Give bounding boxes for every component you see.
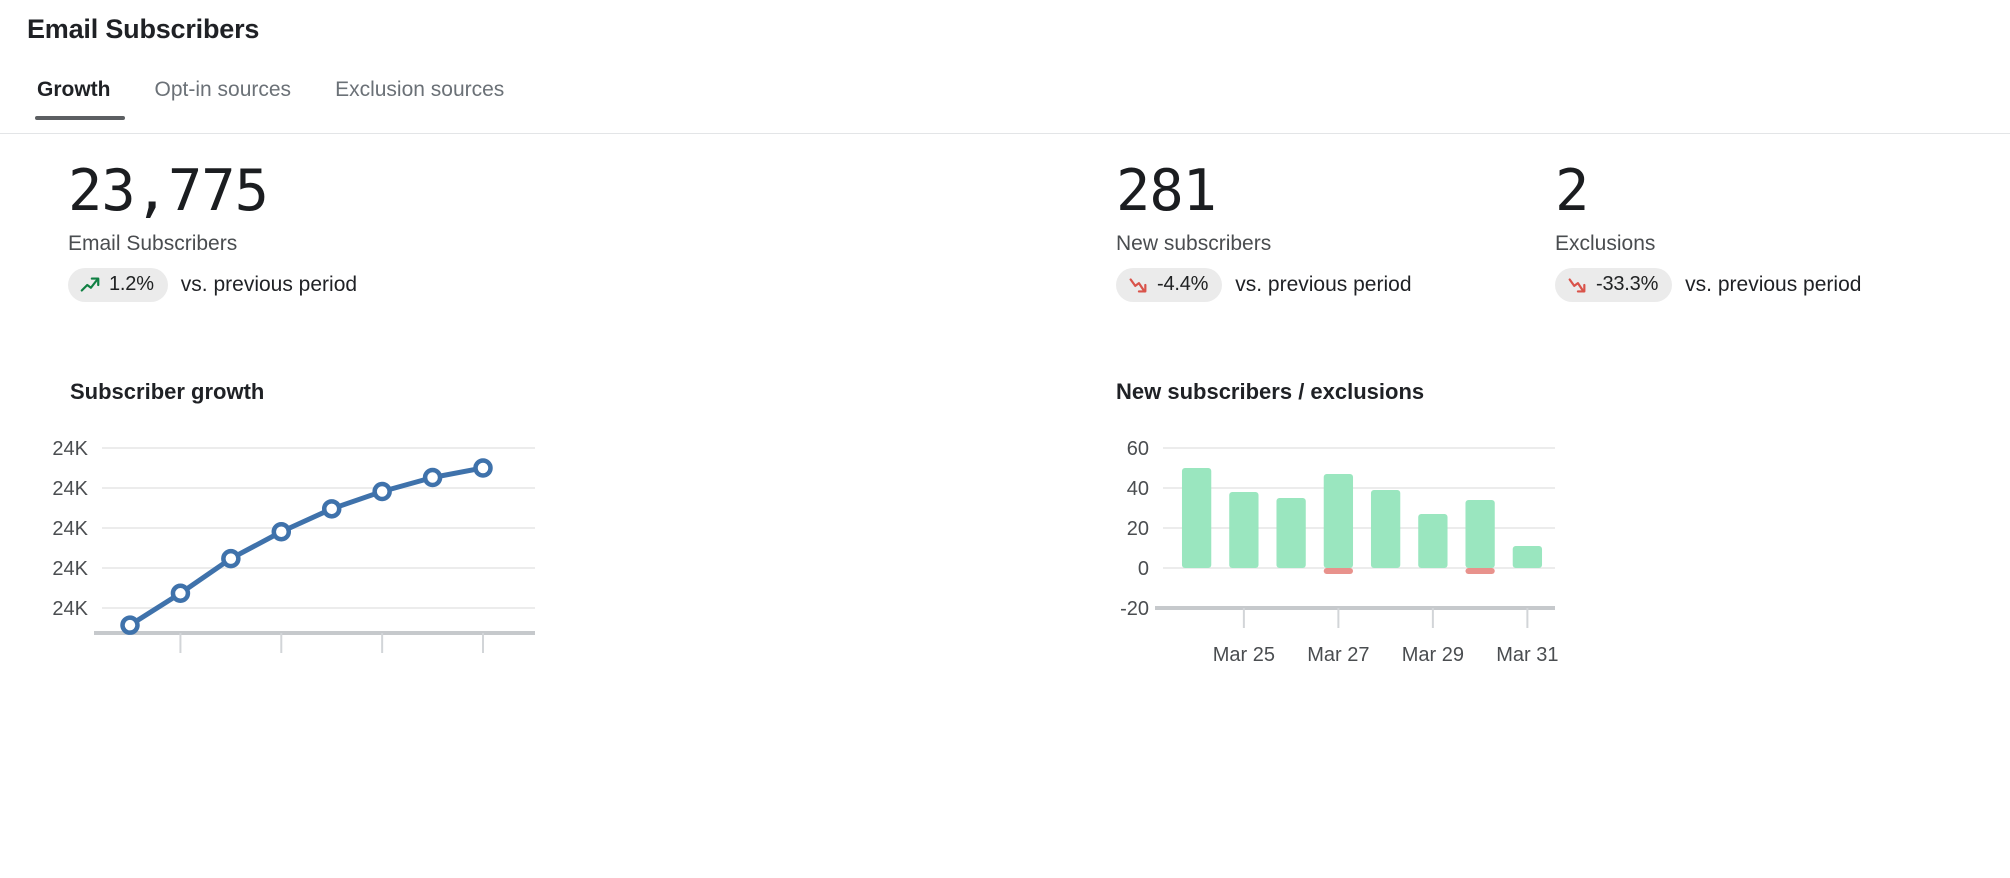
subscriber-growth-point <box>321 499 342 519</box>
metric-exclusions-label: Exclusions <box>1555 231 1656 255</box>
page-title: Email Subscribers <box>27 14 260 44</box>
tab-bar: Growth Opt-in sources Exclusion sources <box>27 78 526 120</box>
y-axis-tick-label: 24K <box>52 598 88 620</box>
x-axis-tick-label: Mar 31 <box>452 669 514 670</box>
subscriber-growth-point <box>473 458 493 478</box>
x-axis-tick-label: Mar 29 <box>1402 644 1464 666</box>
email-subscribers-page: Email Subscribers Growth Opt-in sources … <box>0 0 2010 878</box>
metric-exclusions-value: 2 <box>1555 158 1589 224</box>
metric-email-subscribers-trend-value: 1.2% <box>109 273 154 296</box>
metric-exclusions-comparison: vs. previous period <box>1685 272 1862 296</box>
bar-new-subscribers <box>1512 546 1543 568</box>
metric-email-subscribers-badge: 1.2% <box>68 267 168 302</box>
subscriber-growth-point <box>271 522 292 542</box>
metric-email-subscribers-comparison: vs. previous period <box>180 272 358 296</box>
y-axis-tick-label: 0 <box>1138 558 1149 580</box>
bar-exclusions <box>1323 568 1354 574</box>
bar-new-subscribers <box>1465 500 1495 568</box>
bar-exclusions <box>1465 568 1495 574</box>
bar-new-subscribers <box>1323 474 1354 568</box>
y-axis-tick-label: 24K <box>52 440 88 460</box>
y-axis-tick-label: -20 <box>1120 598 1149 620</box>
y-axis-tick-label: 24K <box>52 518 88 540</box>
y-axis-tick-label: 24K <box>52 558 88 580</box>
metric-new-subscribers: 281 New subscribers -4.4% vs. previous p… <box>1116 158 1412 302</box>
metric-new-subscribers-trend-value: -4.4% <box>1157 273 1209 296</box>
tab-growth-label: Growth <box>37 78 111 101</box>
metric-new-subscribers-trend: -4.4% vs. previous period <box>1116 267 1412 302</box>
x-axis-tick-label: Mar 29 <box>351 669 413 670</box>
tab-exclusion-sources-label: Exclusion sources <box>335 78 505 101</box>
bar-new-subscribers <box>1276 498 1306 568</box>
metric-new-subscribers-value: 281 <box>1116 158 1217 224</box>
bar-new-subscribers <box>1181 468 1212 568</box>
y-axis-tick-label: 60 <box>1127 440 1149 460</box>
metric-email-subscribers: 23,775 Email Subscribers 1.2% vs. previo… <box>68 158 358 302</box>
x-axis-tick-label: Mar 27 <box>250 669 312 670</box>
x-axis-tick-label: Mar 27 <box>1307 644 1369 666</box>
new-subscribers-exclusions-svg: 60 40 20 0 -20 Mar 25 Mar 27 Mar 29 Mar 31 <box>1120 440 1558 666</box>
x-axis-tick-label: Mar 25 <box>1213 644 1275 666</box>
y-axis-tick-label: 24K <box>52 478 88 500</box>
x-axis-tick-label: Mar 31 <box>1496 644 1558 666</box>
trend-down-icon <box>1129 278 1147 293</box>
subscriber-growth-point <box>221 548 241 569</box>
metric-new-subscribers-badge: -4.4% <box>1116 267 1223 302</box>
subscriber-growth-chart-title: Subscriber growth <box>70 379 265 404</box>
metric-exclusions: 2 Exclusions -33.3% vs. previous period <box>1555 158 1862 302</box>
trend-down-icon <box>1568 278 1586 293</box>
tab-optin-sources[interactable]: Opt-in sources <box>133 78 314 120</box>
metric-new-subscribers-comparison: vs. previous period <box>1235 272 1412 296</box>
subscriber-growth-point <box>170 583 191 604</box>
subscriber-growth-point <box>372 481 392 502</box>
subscriber-growth-point <box>422 467 443 488</box>
bar-new-subscribers <box>1229 492 1259 568</box>
y-axis-tick-label: 20 <box>1127 518 1149 540</box>
metric-new-subscribers-label: New subscribers <box>1116 231 1272 255</box>
subscriber-growth-svg: 24K 24K 24K 24K 24K Mar 25 Mar 27 Mar 29 Mar 31 <box>52 440 535 670</box>
tab-optin-sources-label: Opt-in sources <box>154 78 292 101</box>
header-divider <box>0 133 2010 134</box>
metric-exclusions-badge: -33.3% <box>1555 267 1673 302</box>
subscriber-growth-chart[interactable]: 24K 24K 24K 24K 24K Mar 25 Mar 27 Mar 29 Mar 31 <box>40 440 660 670</box>
subscriber-growth-point <box>120 615 140 635</box>
tab-growth[interactable]: Growth <box>27 78 133 120</box>
new-subscribers-exclusions-chart-title: New subscribers / exclusions <box>1116 379 1425 404</box>
y-axis-tick-label: 40 <box>1127 478 1149 500</box>
metric-exclusions-trend: -33.3% vs. previous period <box>1555 267 1862 302</box>
bar-new-subscribers <box>1418 514 1448 568</box>
new-subscribers-exclusions-chart[interactable]: 60 40 20 0 -20 Mar 25 Mar 27 Mar 29 Mar 31 <box>1085 440 1725 670</box>
metric-email-subscribers-value: 23,775 <box>68 158 269 224</box>
metric-email-subscribers-trend: 1.2% vs. previous period <box>68 267 358 302</box>
tab-exclusion-sources[interactable]: Exclusion sources <box>313 78 526 120</box>
metric-exclusions-trend-value: -33.3% <box>1596 273 1659 296</box>
bar-new-subscribers <box>1370 490 1401 568</box>
trend-up-icon <box>80 277 100 292</box>
x-axis-tick-label: Mar 25 <box>149 669 211 670</box>
metric-email-subscribers-label: Email Subscribers <box>68 231 238 255</box>
